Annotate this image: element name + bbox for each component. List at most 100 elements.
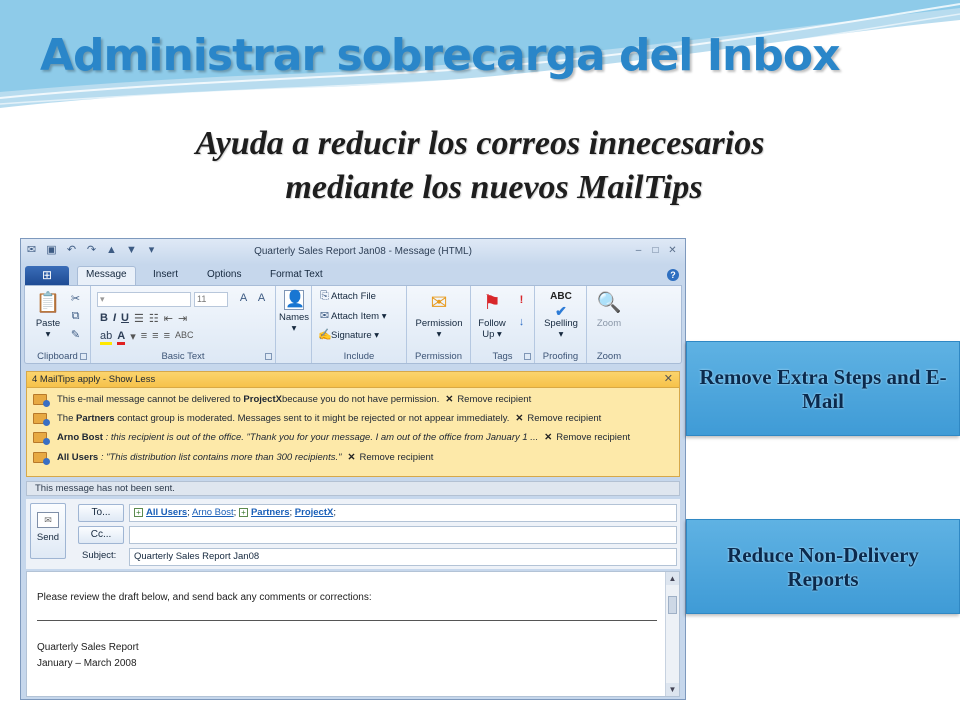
to-field[interactable]: + All Users; Arno Bost; + Partners; Projec… (129, 504, 677, 522)
zoom-button-label: Zoom (596, 318, 622, 329)
help-icon[interactable]: ? (667, 269, 679, 281)
recipient-partners[interactable]: Partners (251, 507, 290, 518)
slide-title: Administrar sobrecarga del Inbox (40, 30, 840, 81)
address-book-icon: 👤 (284, 290, 305, 310)
maximize-icon[interactable]: □ (649, 245, 662, 257)
high-importance-icon[interactable]: ! (515, 294, 528, 306)
window-title: Quarterly Sales Report Jan08 - Message (… (254, 246, 472, 257)
shrink-font-icon[interactable]: A (255, 292, 268, 304)
bullets-icon[interactable]: ☰ (134, 312, 144, 325)
italic-icon[interactable]: I (113, 312, 116, 325)
align-left-icon[interactable]: ≡ (141, 330, 147, 345)
remove-recipient-link[interactable]: Remove recipient (359, 452, 433, 463)
remove-x-icon[interactable]: ✕ (515, 413, 523, 424)
clipboard-group: 📋 Paste ▾ ✂ ⧉ ✎ Clipboard (25, 286, 91, 363)
send-button[interactable]: ✉ Send (30, 503, 66, 559)
font-size-combo[interactable]: 11 (194, 292, 228, 307)
attach-file-button[interactable]: ⎘ Attach File (318, 290, 376, 303)
attach-item-button[interactable]: ✉ Attach Item ▾ (318, 309, 387, 322)
recipient-arno-bost[interactable]: Arno Bost (192, 507, 234, 518)
copy-icon[interactable]: ⧉ (69, 310, 82, 323)
remove-x-icon[interactable]: ✕ (348, 452, 356, 463)
bold-icon[interactable]: B (100, 312, 108, 325)
cut-icon[interactable]: ✂ (69, 292, 82, 305)
cc-field[interactable] (129, 526, 677, 544)
recipient-projectx[interactable]: ProjectX (295, 507, 334, 518)
decrease-indent-icon[interactable]: ⇤ (164, 312, 173, 325)
tags-launcher-icon[interactable] (524, 353, 531, 360)
flag-icon: ⚑ (483, 292, 501, 314)
close-icon[interactable]: ✕ (666, 245, 679, 257)
callout-remove-extra-steps: Remove Extra Steps and E-Mail (686, 341, 960, 436)
remove-recipient-link[interactable]: Remove recipient (457, 394, 531, 405)
clipboard-launcher-icon[interactable] (80, 353, 87, 360)
basic-text-group-label: Basic Text (161, 351, 205, 362)
magnifier-icon: 🔍 (596, 292, 622, 314)
window-controls: – □ ✕ (632, 245, 679, 257)
body-line: January – March 2008 (37, 658, 137, 669)
scroll-down-icon[interactable]: ▼ (666, 683, 679, 696)
recipient-all-users[interactable]: All Users (146, 507, 187, 518)
permission-label: Permission (415, 318, 463, 329)
subtitle-line-2: mediante los nuevos MailTips (285, 169, 703, 206)
spelling-button[interactable]: ABC ✔ Spelling ▾ (537, 290, 585, 340)
proofing-group-label: Proofing (542, 351, 579, 362)
names-button[interactable]: 👤 Names ▾ (278, 290, 310, 334)
names-label: Names (278, 312, 310, 323)
remove-recipient-link[interactable]: Remove recipient (556, 432, 630, 443)
include-group: ⎘ Attach File ✉ Attach Item ▾ ✍Signature ▾… (312, 286, 407, 363)
body-line: Please review the draft below, and send … (37, 592, 372, 603)
numbering-icon[interactable]: ☷ (149, 312, 159, 325)
permission-envelope-icon: ✉ (430, 292, 448, 314)
send-envelope-icon: ✉ (37, 512, 59, 528)
tab-options[interactable]: Options (207, 269, 241, 280)
highlight-icon[interactable]: ab (100, 330, 113, 345)
basic-text-launcher-icon[interactable] (265, 353, 272, 360)
cc-button[interactable]: Cc... (78, 526, 124, 544)
mailtip-text: : this recipient is out of the office. "… (102, 432, 539, 443)
mailtips-close-icon[interactable]: ✕ (664, 372, 673, 387)
scroll-up-icon[interactable]: ▲ (666, 572, 679, 585)
subject-label: Subject: (82, 550, 117, 561)
remove-recipient-link[interactable]: Remove recipient (527, 413, 601, 424)
message-body[interactable]: Please review the draft below, and send … (26, 571, 680, 697)
to-button[interactable]: To... (78, 504, 124, 522)
tab-format-text[interactable]: Format Text (270, 269, 323, 280)
tab-message[interactable]: Message (77, 266, 136, 285)
increase-indent-icon[interactable]: ⇥ (178, 312, 187, 325)
zoom-button[interactable]: 🔍 Zoom (589, 290, 629, 329)
minimize-icon[interactable]: – (632, 245, 645, 257)
mailtip-item: Arno Bost : this recipient is out of the… (33, 430, 630, 446)
clear-format-icon[interactable]: ▾ (130, 330, 136, 345)
mailtips-header[interactable]: 4 MailTips apply - Show Less ✕ (27, 372, 679, 388)
expand-group-icon[interactable]: + (134, 507, 143, 517)
permission-button[interactable]: ✉ Permission ▾ (411, 290, 467, 340)
align-center-icon[interactable]: ≡ (152, 330, 158, 345)
paste-button[interactable]: 📋 Paste ▾ (31, 290, 65, 340)
mailtip-item: This e-mail message cannot be delivered … (33, 392, 531, 408)
scroll-thumb[interactable] (668, 596, 677, 614)
format-painter-icon[interactable]: ✎ (69, 328, 82, 341)
send-label: Send (36, 532, 60, 543)
mailtips-bar: 4 MailTips apply - Show Less ✕ This e-ma… (26, 371, 680, 477)
grow-font-icon[interactable]: A (237, 292, 250, 304)
low-importance-icon[interactable]: ↓ (515, 316, 528, 328)
expand-group-icon[interactable]: + (238, 507, 248, 517)
office-button[interactable]: ⊞ (25, 266, 69, 285)
align-right-icon[interactable]: ≡ (164, 330, 170, 345)
font-name-combo[interactable]: ▾ (97, 292, 191, 307)
subtitle-line-1: Ayuda a reducir los correos innecesarios (195, 125, 765, 162)
font-color-icon[interactable]: A (117, 330, 126, 345)
permission-group-label: Permission (415, 351, 462, 362)
underline-icon[interactable]: U (121, 312, 129, 325)
spelling-text-icon[interactable]: ABC (175, 330, 194, 345)
remove-x-icon[interactable]: ✕ (544, 432, 552, 443)
attach-file-label: Attach File (331, 291, 376, 302)
remove-x-icon[interactable]: ✕ (445, 394, 453, 405)
vertical-scrollbar[interactable]: ▲ ▼ (665, 572, 679, 696)
follow-up-button[interactable]: ⚑ Follow Up ▾ (475, 290, 509, 340)
signature-button[interactable]: ✍Signature ▾ (318, 328, 379, 341)
subject-field[interactable]: Quarterly Sales Report Jan08 (129, 548, 677, 566)
tab-insert[interactable]: Insert (153, 269, 178, 280)
paragraph-row: ab A ▾ ≡ ≡ ≡ ABC (100, 330, 194, 345)
